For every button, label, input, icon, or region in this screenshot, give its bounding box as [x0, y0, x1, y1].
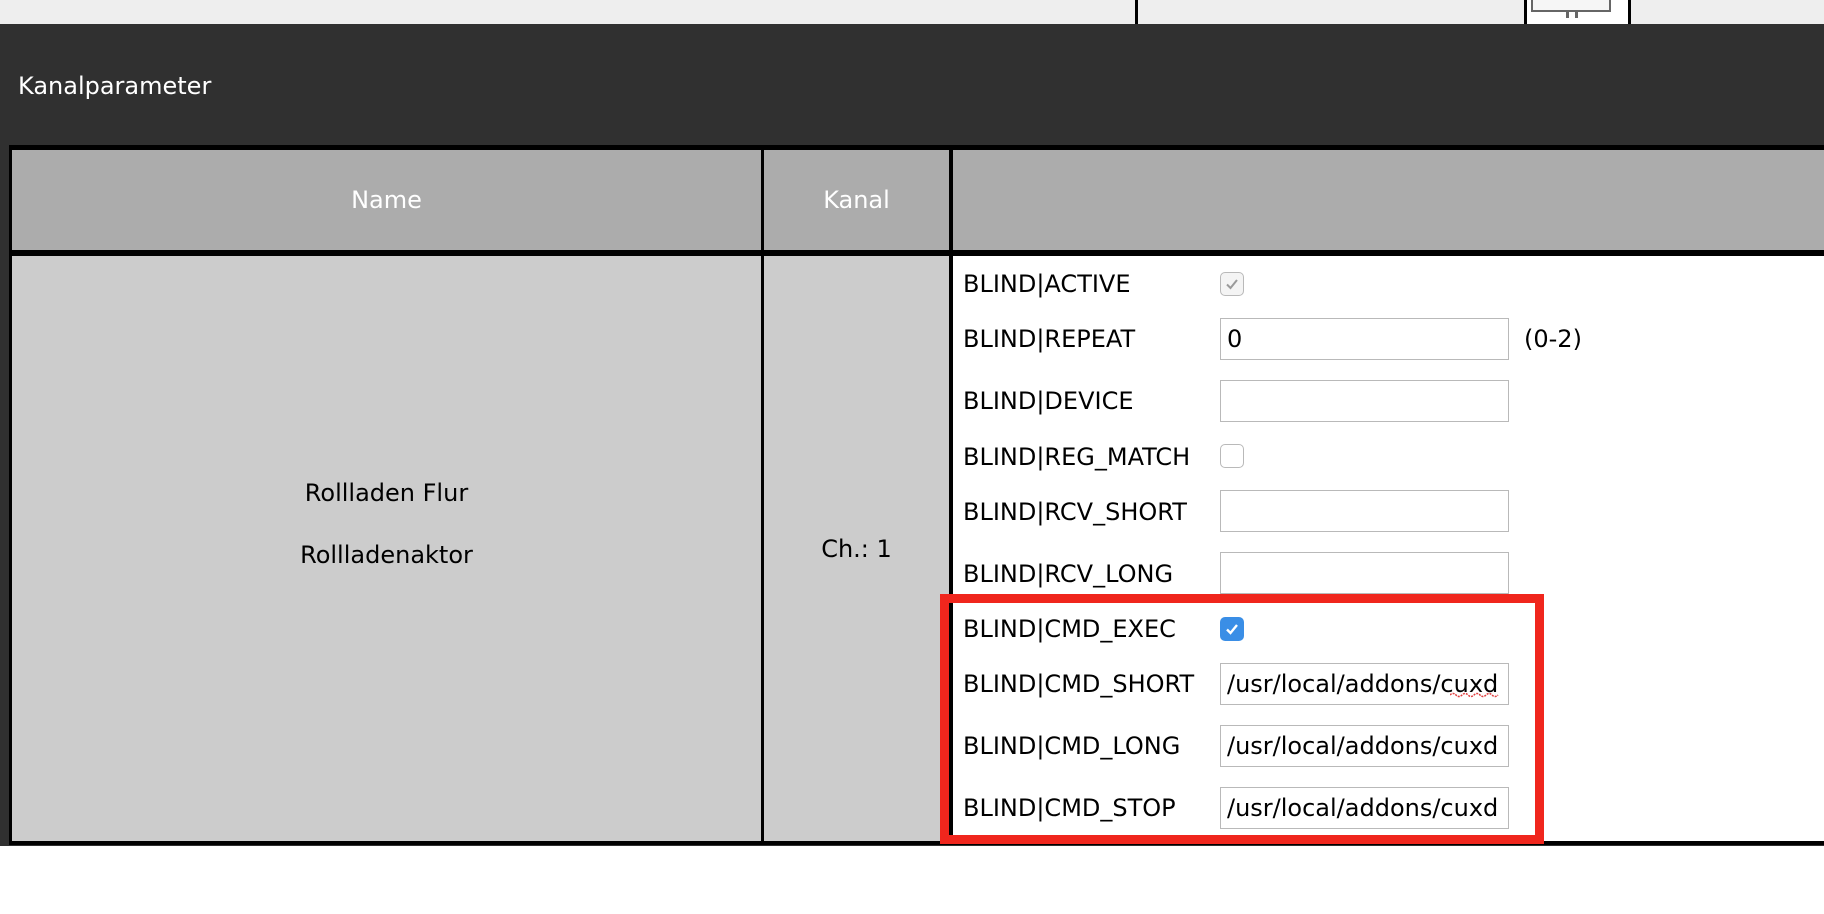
top-cell-4 [1631, 0, 1824, 24]
device-name: Rollladen Flur [304, 478, 469, 507]
header-channel: Kanal [764, 150, 949, 250]
param-label-rcv-short: BLIND|RCV_SHORT [963, 498, 1187, 526]
device-image-leg [1566, 12, 1569, 18]
device-image-leg [1575, 12, 1578, 18]
section-title: Kanalparameter [18, 72, 212, 100]
previous-table-bottom [0, 0, 1824, 24]
checkmark-icon [1226, 279, 1238, 290]
param-label-active: BLIND|ACTIVE [963, 270, 1131, 298]
device-name-cell: Rollladen Flur Rollladenaktor [12, 256, 761, 841]
device-type: Rollladenaktor [300, 540, 473, 569]
highlight-box [940, 594, 1544, 844]
device-image-icon [1531, 0, 1611, 12]
active-checkbox[interactable] [1220, 272, 1244, 296]
top-cell-1 [0, 0, 1138, 24]
header-name: Name [12, 150, 761, 250]
reg-match-checkbox[interactable] [1220, 444, 1244, 468]
device-input[interactable] [1220, 380, 1509, 422]
rcv-long-input[interactable] [1220, 552, 1509, 594]
top-cell-2 [1138, 0, 1527, 24]
channel-cell: Ch.: 1 [764, 256, 949, 841]
param-label-device: BLIND|DEVICE [963, 387, 1134, 415]
param-label-rcv-long: BLIND|RCV_LONG [963, 560, 1174, 588]
repeat-input[interactable] [1220, 318, 1509, 360]
param-label-reg-match: BLIND|REG_MATCH [963, 443, 1191, 471]
param-label-repeat: BLIND|REPEAT [963, 325, 1136, 353]
channel-label: Ch.: 1 [821, 534, 892, 563]
rcv-short-input[interactable] [1220, 490, 1509, 532]
repeat-range-hint: (0-2) [1524, 325, 1582, 353]
header-params [953, 150, 1824, 250]
